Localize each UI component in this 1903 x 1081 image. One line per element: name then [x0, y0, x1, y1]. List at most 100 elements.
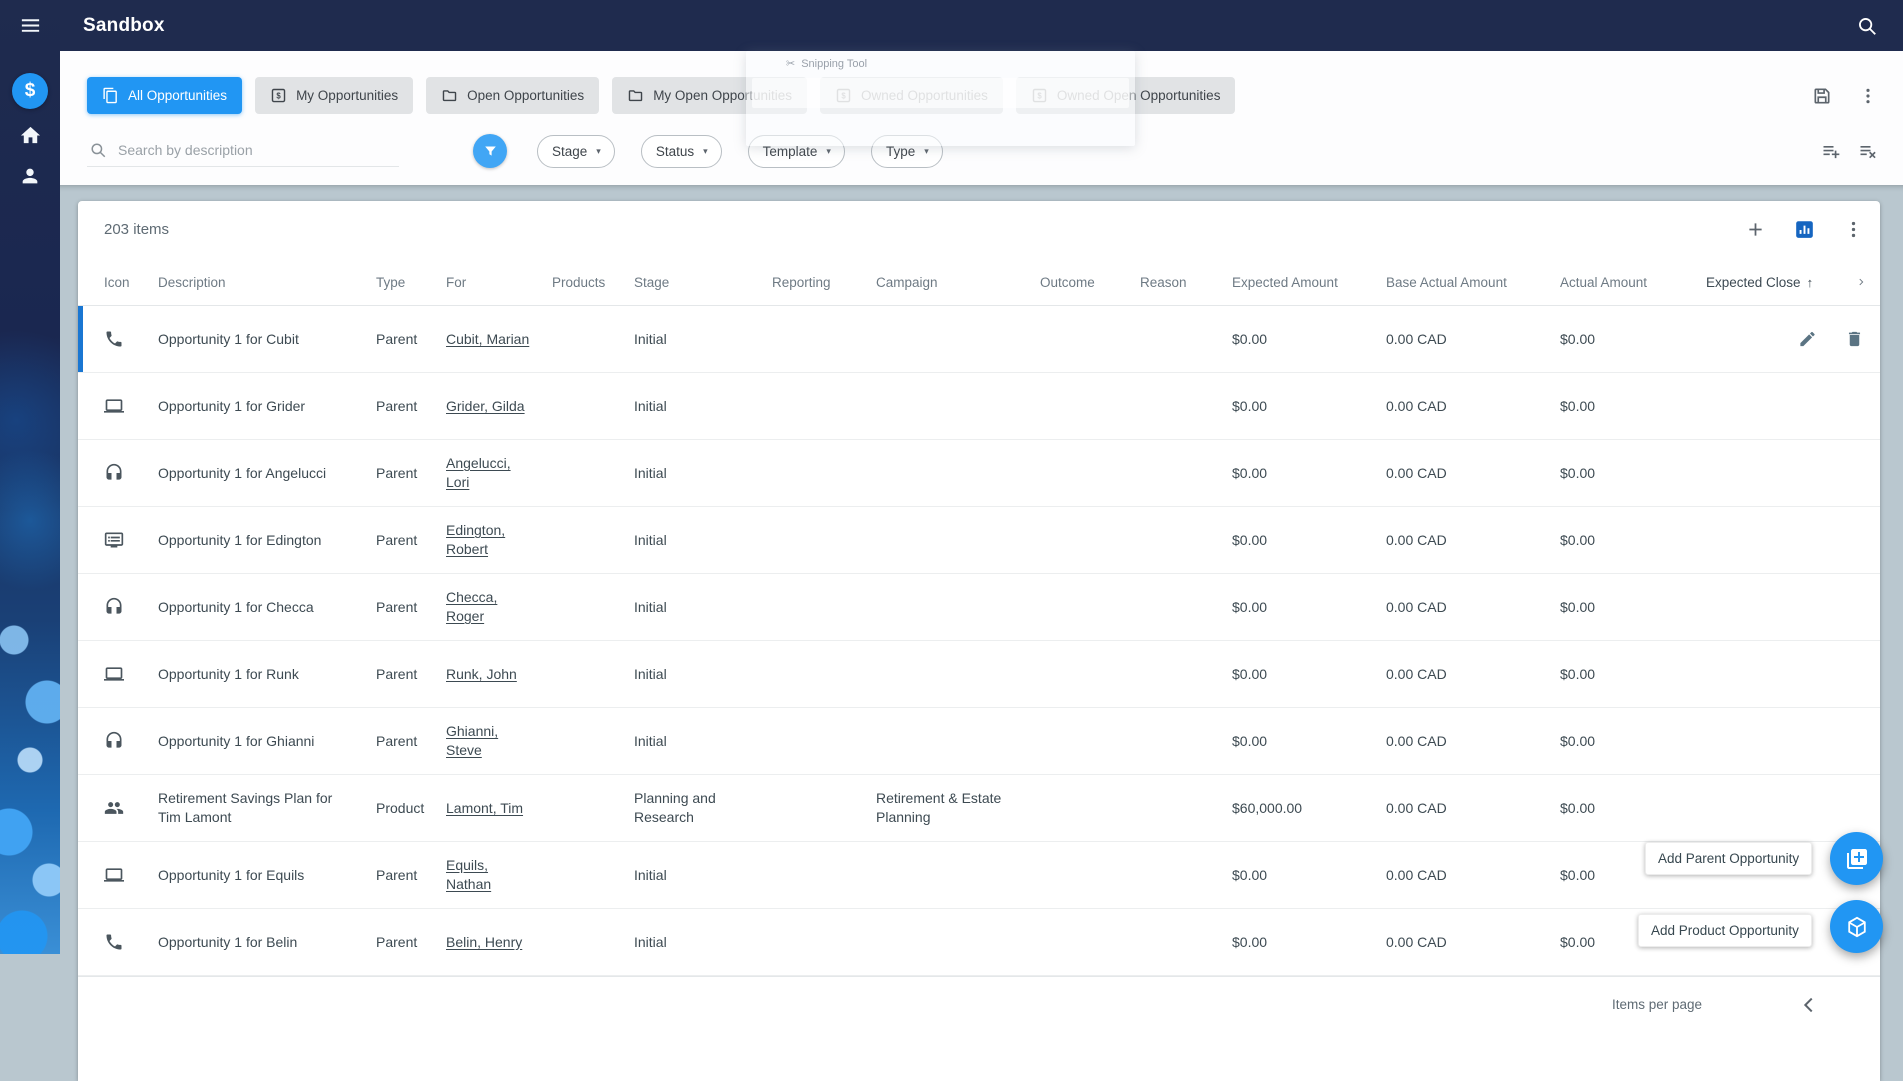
table-row[interactable]: Opportunity 1 for Checca Parent Checca, … [78, 574, 1880, 641]
cell-expected-amount: $0.00 [1232, 598, 1268, 615]
product-box-icon [1845, 915, 1869, 939]
cell-for[interactable]: Lamont, Tim [446, 785, 552, 832]
view-tab-owned-open-opportunities[interactable]: Owned Open Opportunities [1015, 77, 1236, 114]
view-tab-my-opportunities[interactable]: My Opportunities [255, 77, 414, 114]
global-search-button[interactable] [1856, 15, 1878, 37]
table-row[interactable]: Opportunity 1 for Grider Parent Grider, … [78, 373, 1880, 440]
cell-description[interactable]: Opportunity 1 for Ghianni [158, 718, 376, 765]
playlist-add-icon [1821, 141, 1841, 161]
view-tab-open-opportunities[interactable]: Open Opportunities [426, 77, 600, 114]
column-header-actual-amount[interactable]: Actual Amount [1560, 257, 1706, 305]
cell-campaign [876, 526, 1040, 554]
phone-icon [104, 932, 124, 952]
column-header-outcome[interactable]: Outcome [1040, 257, 1140, 305]
cell-reason [1140, 928, 1232, 956]
scroll-columns-right-button[interactable] [1856, 257, 1880, 305]
cell-for[interactable]: Cubit, Marian [446, 316, 552, 363]
headset-icon [104, 597, 124, 617]
column-header-description[interactable]: Description [158, 257, 376, 305]
cell-expected-close [1706, 392, 1856, 420]
cell-expected-amount: $0.00 [1232, 531, 1268, 548]
cell-for[interactable]: Checca, Roger [446, 574, 552, 640]
cell-for[interactable]: Belin, Henry [446, 919, 552, 966]
content-area: 203 items Icon Description Type For Products… [60, 185, 1903, 1081]
table-more-button[interactable] [1843, 219, 1864, 240]
view-tab-all-opportunities[interactable]: All Opportunities [87, 77, 243, 114]
add-parent-opportunity-fab[interactable] [1830, 832, 1883, 885]
cell-for[interactable]: Grider, Gilda [446, 383, 552, 430]
remove-from-list-button[interactable] [1858, 141, 1878, 161]
table-row[interactable]: Opportunity 1 for Edington Parent Edingt… [78, 507, 1880, 574]
table-body: Opportunity 1 for Cubit Parent Cubit, Ma… [78, 306, 1880, 976]
table-row[interactable]: Opportunity 1 for Cubit Parent Cubit, Ma… [78, 306, 1880, 373]
table-row[interactable]: Retirement Savings Plan for Tim Lamont P… [78, 775, 1880, 842]
cell-for[interactable]: Runk, John [446, 651, 552, 698]
cell-products [552, 794, 634, 822]
column-header-reason[interactable]: Reason [1140, 257, 1232, 305]
column-header-icon[interactable]: Icon [78, 257, 158, 305]
table-row[interactable]: Opportunity 1 for Belin Parent Belin, He… [78, 909, 1880, 976]
cell-description[interactable]: Opportunity 1 for Angelucci [158, 450, 376, 497]
search-box[interactable] [87, 136, 399, 167]
table-row[interactable]: Opportunity 1 for Ghianni Parent Ghianni… [78, 708, 1880, 775]
pagination-prev-button[interactable] [1798, 994, 1820, 1016]
views-actions [1812, 86, 1878, 106]
cell-for[interactable]: Equils, Nathan [446, 842, 552, 908]
view-tab-my-open-opportunities[interactable]: My Open Opportunities [612, 77, 808, 114]
cell-reporting [772, 325, 876, 353]
column-header-products[interactable]: Products [552, 257, 634, 305]
cell-description[interactable]: Opportunity 1 for Grider [158, 383, 376, 430]
table-header-row: Icon Description Type For Products Stage Repor… [78, 257, 1880, 306]
cell-products [552, 526, 634, 554]
filter-chip-status[interactable]: Status ▾ [640, 134, 722, 168]
cell-campaign [876, 459, 1040, 487]
column-header-expected-close[interactable]: Expected Close ↑ [1706, 257, 1856, 305]
column-header-type[interactable]: Type [376, 257, 446, 305]
edit-row-button[interactable] [1798, 330, 1817, 349]
cell-products [552, 861, 634, 889]
cell-type: Parent [376, 933, 418, 950]
filter-chip-stage[interactable]: Stage ▾ [537, 134, 615, 168]
column-header-campaign[interactable]: Campaign [876, 257, 1040, 305]
column-header-expected-amount[interactable]: Expected Amount [1232, 257, 1386, 305]
column-header-reporting[interactable]: Reporting [772, 257, 876, 305]
table-row[interactable]: Opportunity 1 for Equils Parent Equils, … [78, 842, 1880, 909]
column-header-for[interactable]: For [446, 257, 552, 305]
cell-for[interactable]: Edington, Robert [446, 507, 552, 573]
column-header-stage[interactable]: Stage [634, 257, 772, 305]
filter-button[interactable] [473, 134, 507, 168]
menu-button[interactable] [0, 14, 60, 37]
cell-description[interactable]: Opportunity 1 for Cubit [158, 316, 376, 363]
cell-for[interactable]: Ghianni, Steve [446, 708, 552, 774]
search-input[interactable] [118, 141, 397, 158]
cell-reason [1140, 392, 1232, 420]
table-row[interactable]: Opportunity 1 for Angelucci Parent Angel… [78, 440, 1880, 507]
chart-view-button[interactable] [1794, 219, 1815, 240]
view-tab-owned-opportunities[interactable]: Owned Opportunities [820, 77, 1003, 114]
column-header-base-actual-amount[interactable]: Base Actual Amount [1386, 257, 1560, 305]
add-item-button[interactable] [1745, 219, 1766, 240]
cell-description[interactable]: Opportunity 1 for Checca [158, 584, 376, 631]
nav-opportunities-button[interactable]: $ [0, 73, 60, 109]
views-more-button[interactable] [1858, 86, 1878, 106]
cell-type: Parent [376, 531, 418, 548]
cell-end [1856, 775, 1880, 841]
nav-home-button[interactable] [0, 124, 60, 147]
cell-description[interactable]: Retirement Savings Plan for Tim Lamont [158, 775, 376, 841]
add-to-list-button[interactable] [1821, 141, 1841, 161]
table-row[interactable]: Opportunity 1 for Runk Parent Runk, John… [78, 641, 1880, 708]
add-product-opportunity-fab[interactable] [1830, 900, 1883, 953]
cell-for[interactable]: Angelucci, Lori [446, 440, 552, 506]
folder-icon [441, 87, 458, 104]
delete-row-button[interactable] [1845, 330, 1864, 349]
cell-description[interactable]: Opportunity 1 for Belin [158, 919, 376, 966]
cell-description[interactable]: Opportunity 1 for Equils [158, 852, 376, 899]
table-card: 203 items Icon Description Type For Products… [78, 201, 1880, 1081]
cell-products [552, 727, 634, 755]
filter-chip-template[interactable]: Template ▾ [747, 134, 845, 168]
cell-description[interactable]: Opportunity 1 for Edington [158, 517, 376, 564]
filter-chip-type[interactable]: Type ▾ [870, 134, 943, 168]
cell-description[interactable]: Opportunity 1 for Runk [158, 651, 376, 698]
save-view-button[interactable] [1812, 86, 1832, 106]
nav-profile-button[interactable] [0, 165, 60, 187]
